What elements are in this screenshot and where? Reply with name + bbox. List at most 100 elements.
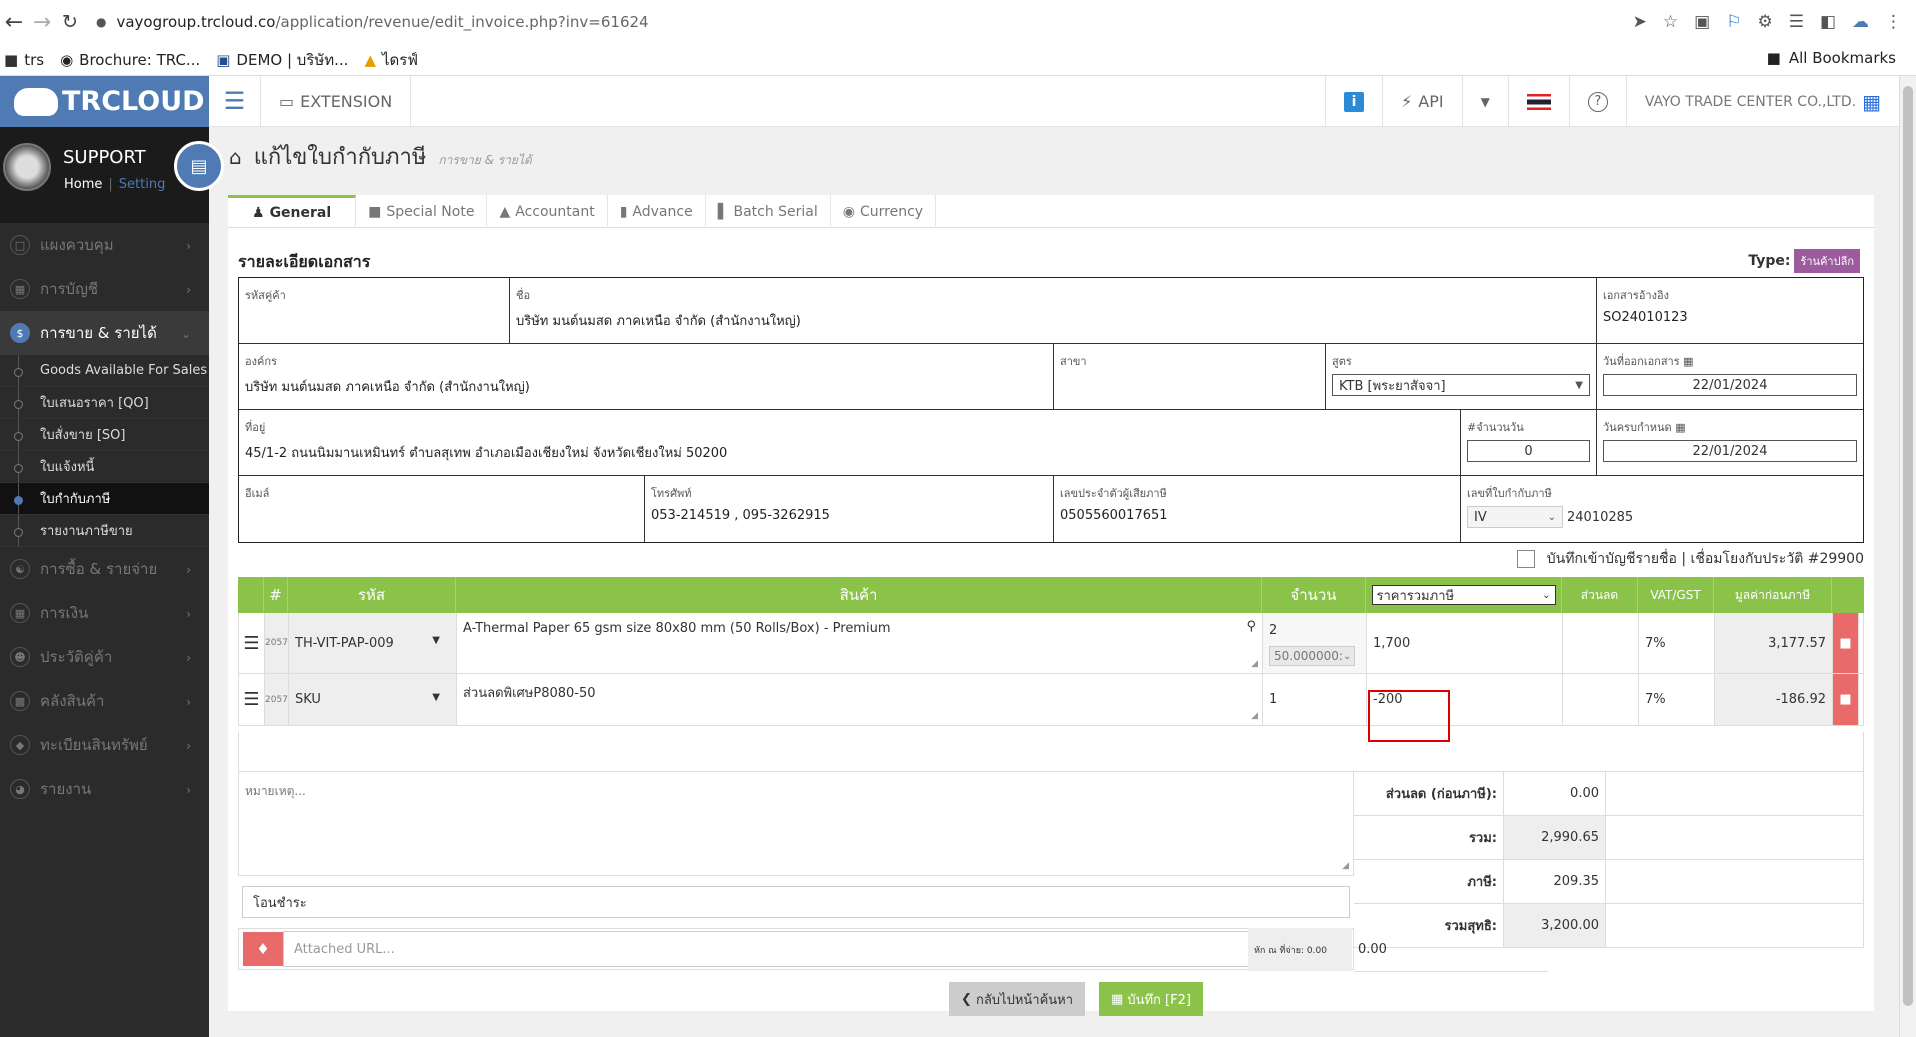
more-icon[interactable]: ⋮ [1885,12,1902,32]
submenu-quotation[interactable]: ใบเสนอราคา [QO] [0,387,209,419]
tab-general[interactable]: ♟ General [228,195,357,228]
menu-dashboard[interactable]: □ แผงควบคุม › [0,223,209,267]
days-input[interactable]: 0 [1467,440,1590,462]
menu-finance[interactable]: ▦ การเงิน › [0,591,209,635]
item-discount[interactable] [1563,674,1639,725]
bookmark-item[interactable]: ▲ ไดรฟ์ [364,48,418,72]
menu-purchase[interactable]: ☯ การซื้อ & รายจ่าย › [0,547,209,591]
scrollbar-thumb[interactable] [1903,86,1913,1006]
home-icon[interactable]: ⌂ [229,145,242,169]
bookmark-item[interactable]: ▣ DEMO | บริษัท... [216,48,348,72]
address-cell[interactable]: ที่อยู่ 45/1-2 ถนนนิมมานเหมินทร์ ตำบลสุเท… [239,410,1461,475]
formula-select[interactable]: KTB [พระยาสัจจา] ▼ [1332,374,1590,396]
extension-button[interactable]: ▭ EXTENSION [261,75,412,127]
playlist-icon[interactable]: ☰ [1789,12,1804,32]
item-price[interactable]: 1,700 [1367,613,1563,673]
forward-icon[interactable]: → [28,8,56,36]
menu-contacts[interactable]: ☻ ประวัติคู่ค้า › [0,635,209,679]
info-button[interactable]: i [1325,76,1382,127]
tab-currency[interactable]: ◉ Currency [831,195,937,228]
item-code-select[interactable]: TH-VIT-PAP-009 ▼ [289,613,457,673]
star-icon[interactable]: ☆ [1663,12,1678,32]
item-qty[interactable]: 2 50.000000: ⌄ [1263,613,1367,673]
dropbox-icon[interactable]: ♦ [243,932,283,966]
zoom-icon[interactable]: ⚲ [1246,619,1256,634]
account-link-text[interactable]: บันทึกเข้าบัญชีรายชื่อ | เชื่อมโยงกับประ… [1547,548,1864,570]
reload-icon[interactable]: ↻ [56,8,84,36]
item-code-select[interactable]: SKU ▼ [289,674,457,725]
ref-cell[interactable]: เอกสารอ้างอิง SO24010123 [1597,278,1863,343]
submenu-invoice[interactable]: ใบแจ้งหนี้ [0,451,209,483]
tab-special-note[interactable]: ■ Special Note [356,195,488,228]
extension-icon[interactable]: ▣ [1694,12,1710,32]
menu-assets[interactable]: ◆ ทะเบียนสินทรัพย์ › [0,723,209,767]
due-date-input[interactable]: 22/01/2024 [1603,440,1857,462]
home-link[interactable]: Home [64,177,102,192]
page-scrollbar[interactable] [1899,76,1916,1037]
tab-batch-serial[interactable]: ▌ Batch Serial [706,195,831,228]
menu-reports[interactable]: ◕ รายงาน › [0,767,209,811]
resize-handle-icon[interactable]: ◢ [1342,861,1349,871]
dropdown-button[interactable]: ▼ [1461,76,1508,127]
puzzle-icon[interactable]: ⚙ [1757,12,1772,32]
menu-accounting[interactable]: ▦ การบัญชี › [0,267,209,311]
email-cell[interactable]: อีเมล์ [239,476,645,542]
save-button[interactable]: ▦ บันทึก [F2] [1099,982,1203,1016]
item-description[interactable]: A-Thermal Paper 65 gsm size 80x80 mm (50… [457,613,1263,673]
all-bookmarks[interactable]: ■ All Bookmarks [1767,49,1896,67]
item-vat[interactable]: 7% [1639,674,1715,725]
item-qty[interactable]: 1 [1263,674,1367,725]
menu-inventory[interactable]: ▩ คลังสินค้า › [0,679,209,723]
unit-select[interactable]: 50.000000: ⌄ [1269,646,1355,666]
resize-handle-icon[interactable]: ◢ [1251,711,1258,721]
branch-cell[interactable]: สาขา [1054,344,1326,409]
trash-icon[interactable]: ■ [1833,613,1859,673]
wht-value[interactable]: 0.00 [1352,928,1548,971]
invoice-no[interactable]: 24010285 [1567,510,1633,525]
save-contact-checkbox[interactable] [1516,550,1535,568]
taxid-cell[interactable]: เลขประจำตัวผู้เสียภาษี 0505560017651 [1054,476,1461,542]
tab-advance[interactable]: ▮ Advance [608,195,706,228]
price-mode-select[interactable]: ราคารวมภาษี ⌄ [1371,585,1556,605]
language-button[interactable] [1507,76,1569,127]
tab-accountant[interactable]: ▲ Accountant [487,195,608,228]
url-bar[interactable]: ● vayogroup.trcloud.co/application/reven… [96,8,1656,36]
quick-book-icon[interactable]: ▤ [174,141,224,191]
help-button[interactable]: ? [1568,76,1626,127]
setting-link[interactable]: Setting [119,177,166,192]
drag-handle-icon[interactable]: ☰ [239,613,265,673]
item-description[interactable]: ส่วนลดพิเศษP8080-50 ◢ [457,674,1263,725]
back-button[interactable]: ❮ กลับไปหน้าค้นหา [949,982,1086,1016]
bookmark-item[interactable]: ◉ Brochure: TRC... [60,51,200,69]
attached-url-input[interactable]: Attached URL... [283,931,1289,967]
company-button[interactable]: VAYO TRADE CENTER CO.,LTD. ▦ [1625,76,1899,127]
invoice-prefix-select[interactable]: IV ⌄ [1467,506,1563,528]
type-badge[interactable]: ร้านค้าปลีก [1794,249,1860,273]
translate-icon[interactable]: ⚐ [1726,12,1741,32]
api-button[interactable]: ⚡ API [1382,76,1462,127]
trash-icon[interactable]: ■ [1833,674,1859,725]
name-cell[interactable]: ชื่อ บริษัท มนต์นมสด ภาคเหนือ จำกัด (สำนั… [510,278,1597,343]
sidepanel-icon[interactable]: ◧ [1820,12,1836,32]
item-vat[interactable]: 7% [1639,613,1715,673]
share-icon[interactable]: ➤ [1633,12,1647,32]
avatar[interactable] [3,143,51,191]
org-cell[interactable]: องค์กร บริษัท มนต์นมสด ภาคเหนือ จำกัด (สำ… [239,344,1054,409]
submenu-sales-order[interactable]: ใบสั่งขาย [SO] [0,419,209,451]
hamburger-icon[interactable]: ☰ [209,75,261,127]
back-icon[interactable]: ← [0,8,28,36]
resize-handle-icon[interactable]: ◢ [1251,659,1258,669]
logo[interactable]: TRCLOUD [0,76,209,127]
payment-input[interactable]: โอนชำระ [242,886,1350,918]
issue-date-input[interactable]: 22/01/2024 [1603,374,1857,396]
customer-code-cell[interactable]: รหัสคู่ค้า [239,278,510,343]
menu-sales[interactable]: $ การขาย & รายได้ ⌄ [0,311,209,355]
cloud-icon[interactable]: ☁ [1852,12,1869,32]
submenu-sales-tax-report[interactable]: รายงานภาษีขาย [0,515,209,547]
drag-handle-icon[interactable]: ☰ [239,674,265,725]
submenu-tax-invoice[interactable]: ใบกำกับภาษี [0,483,209,515]
note-textarea[interactable]: หมายเหตุ... ◢ [238,772,1354,876]
item-discount[interactable] [1563,613,1639,673]
phone-cell[interactable]: โทรศัพท์ 053-214519 , 095-3262915 [645,476,1054,542]
submenu-goods-available[interactable]: Goods Available For Sales [0,355,209,387]
